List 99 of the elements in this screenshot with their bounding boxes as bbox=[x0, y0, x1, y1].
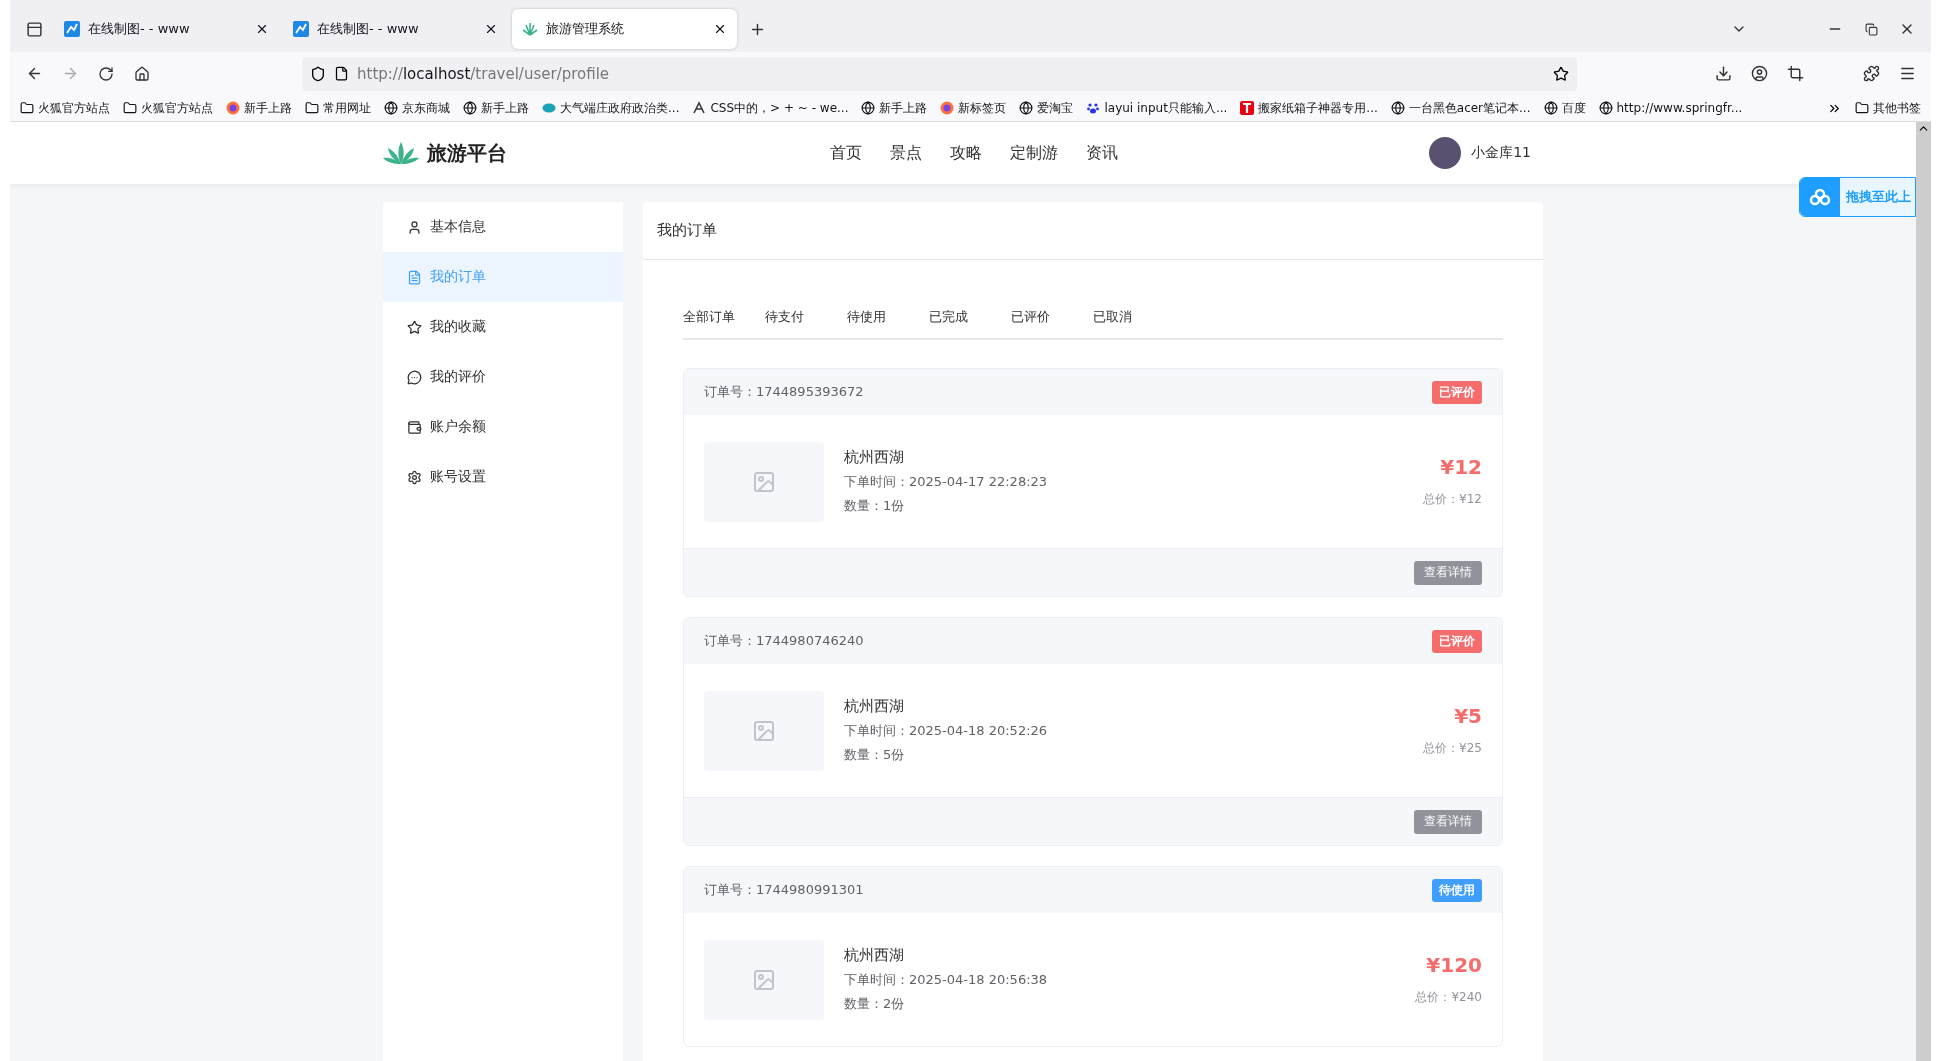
bookmark-star-icon[interactable] bbox=[1553, 65, 1569, 82]
bookmark-item[interactable]: 爱淘宝 bbox=[1019, 99, 1074, 117]
upload-label: 拖拽至此上 bbox=[1844, 188, 1912, 206]
bookmark-item[interactable]: 其他书签 bbox=[1855, 99, 1921, 117]
folder-icon bbox=[123, 101, 137, 115]
nav-link[interactable]: 定制游 bbox=[1010, 142, 1058, 164]
site-logo-icon bbox=[1240, 101, 1255, 115]
star-icon bbox=[407, 319, 422, 335]
order-time: 下单时间：2025-04-18 20:56:38 bbox=[844, 971, 1049, 989]
url-text: http://localhost/travel/user/profile bbox=[357, 64, 611, 83]
image-icon bbox=[752, 469, 776, 494]
folder-icon bbox=[305, 101, 319, 115]
settings-icon bbox=[407, 469, 422, 485]
bookmark-item[interactable]: 一台黑色acer笔记本... bbox=[1390, 99, 1531, 117]
image-icon bbox=[752, 967, 776, 992]
order-price: ¥5 bbox=[1454, 704, 1482, 728]
status-tag: 已评价 bbox=[1432, 380, 1482, 404]
leaf-logo-icon bbox=[383, 142, 419, 164]
address-bar[interactable]: http://localhost/travel/user/profile bbox=[302, 56, 1577, 91]
site-logo-text: 旅游平台 bbox=[427, 139, 507, 167]
order-price: ¥120 bbox=[1426, 953, 1482, 977]
order-quantity: 数量：2份 bbox=[844, 995, 906, 1013]
nav-link[interactable]: 攻略 bbox=[950, 142, 982, 164]
nav-link[interactable]: 资讯 bbox=[1086, 142, 1118, 164]
globe-icon bbox=[861, 101, 876, 115]
paw-icon bbox=[1086, 101, 1101, 115]
document-icon bbox=[407, 269, 422, 285]
bookmark-item[interactable]: 新手上路 bbox=[861, 99, 928, 117]
order-tab[interactable]: 已取消 bbox=[1093, 308, 1175, 338]
tab-title: 在线制图- - www bbox=[317, 20, 420, 38]
chart-logo-icon bbox=[293, 21, 309, 37]
globe-icon bbox=[384, 101, 398, 115]
order-title: 杭州西湖 bbox=[844, 946, 905, 965]
bookmark-item[interactable]: 火狐官方站点 bbox=[20, 99, 110, 117]
order-time: 下单时间：2025-04-17 22:28:23 bbox=[844, 473, 1049, 491]
globe-icon bbox=[463, 101, 477, 115]
bookmark-item[interactable]: 常用网址 bbox=[305, 99, 371, 117]
close-icon[interactable] bbox=[255, 22, 269, 36]
avatar[interactable] bbox=[1429, 137, 1462, 169]
page-icon bbox=[334, 66, 349, 81]
leaf-logo-icon bbox=[522, 21, 538, 37]
bookmark-item[interactable]: 新手上路 bbox=[226, 99, 292, 117]
bookmark-item[interactable]: 火狐官方站点 bbox=[123, 99, 213, 117]
browser-tab[interactable]: 旅游管理系统 bbox=[512, 9, 737, 49]
order-tab[interactable]: 已评价 bbox=[1011, 308, 1093, 338]
bookmark-item[interactable]: 大气端庄政府政治类... bbox=[542, 99, 680, 117]
order-quantity: 数量：1份 bbox=[844, 497, 906, 515]
globe-icon bbox=[1390, 101, 1405, 115]
order-total: 总价：¥12 bbox=[1423, 491, 1482, 508]
bookmark-item[interactable]: 百度 bbox=[1543, 99, 1586, 117]
site-logo-icon bbox=[542, 101, 556, 115]
order-number: 订单号：1744980746240 bbox=[704, 632, 864, 650]
tab-title: 在线制图- - www bbox=[88, 20, 191, 38]
order-total: 总价：¥240 bbox=[1415, 989, 1482, 1006]
order-time: 下单时间：2025-04-18 20:52:26 bbox=[844, 722, 1049, 740]
nav-link[interactable]: 首页 bbox=[830, 142, 862, 164]
order-tab[interactable]: 全部订单 bbox=[683, 308, 765, 338]
close-icon[interactable] bbox=[713, 22, 727, 36]
bookmark-item[interactable]: 新手上路 bbox=[463, 99, 529, 117]
browser-tab[interactable]: 在线制图- - www bbox=[283, 9, 508, 49]
order-title: 杭州西湖 bbox=[844, 697, 905, 716]
status-tag: 待使用 bbox=[1432, 878, 1482, 902]
bookmark-item[interactable]: 新标签页 bbox=[940, 99, 1007, 117]
chart-logo-icon bbox=[64, 21, 80, 37]
bookmark-item[interactable]: http://www.springfr... bbox=[1598, 101, 1743, 115]
wallet-icon bbox=[407, 419, 422, 435]
scrollbar[interactable] bbox=[1916, 122, 1931, 1061]
order-total: 总价：¥25 bbox=[1423, 740, 1482, 757]
nav-link[interactable]: 景点 bbox=[890, 142, 922, 164]
folder-icon bbox=[1855, 101, 1869, 115]
browser-tab[interactable]: 在线制图- - www bbox=[54, 9, 279, 49]
chat-bubble-icon bbox=[407, 369, 422, 385]
bookmark-item[interactable]: CSS中的，> + ~ - we... bbox=[692, 99, 849, 117]
order-price: ¥12 bbox=[1440, 455, 1482, 479]
globe-icon bbox=[1598, 101, 1613, 115]
browser-logo-icon bbox=[226, 101, 240, 115]
status-tag: 已评价 bbox=[1432, 629, 1482, 653]
shield-icon bbox=[310, 65, 326, 82]
order-tab[interactable]: 待使用 bbox=[847, 308, 929, 338]
order-number: 订单号：1744980991301 bbox=[704, 881, 864, 899]
close-icon[interactable] bbox=[484, 22, 498, 36]
user-name[interactable]: 小金库11 bbox=[1471, 144, 1531, 162]
bookmark-item[interactable]: 京东商城 bbox=[384, 99, 450, 117]
bookmark-item[interactable]: layui input只能输入... bbox=[1086, 99, 1228, 117]
panel-title: 我的订单 bbox=[643, 202, 1543, 260]
order-tab[interactable]: 已完成 bbox=[929, 308, 1011, 338]
browser-logo-icon bbox=[940, 101, 955, 115]
order-tab[interactable]: 待支付 bbox=[765, 308, 847, 338]
folder-icon bbox=[20, 101, 34, 115]
globe-icon bbox=[1019, 101, 1034, 115]
order-title: 杭州西湖 bbox=[844, 448, 905, 467]
globe-icon bbox=[1543, 101, 1558, 115]
bookmark-item[interactable]: 搬家纸箱子神器专用... bbox=[1240, 99, 1378, 117]
tab-title: 旅游管理系统 bbox=[546, 20, 625, 38]
order-quantity: 数量：5份 bbox=[844, 746, 906, 764]
order-number: 订单号：1744895393672 bbox=[704, 383, 864, 401]
site-logo-icon bbox=[692, 101, 707, 115]
user-icon bbox=[407, 219, 422, 235]
image-icon bbox=[752, 718, 776, 743]
